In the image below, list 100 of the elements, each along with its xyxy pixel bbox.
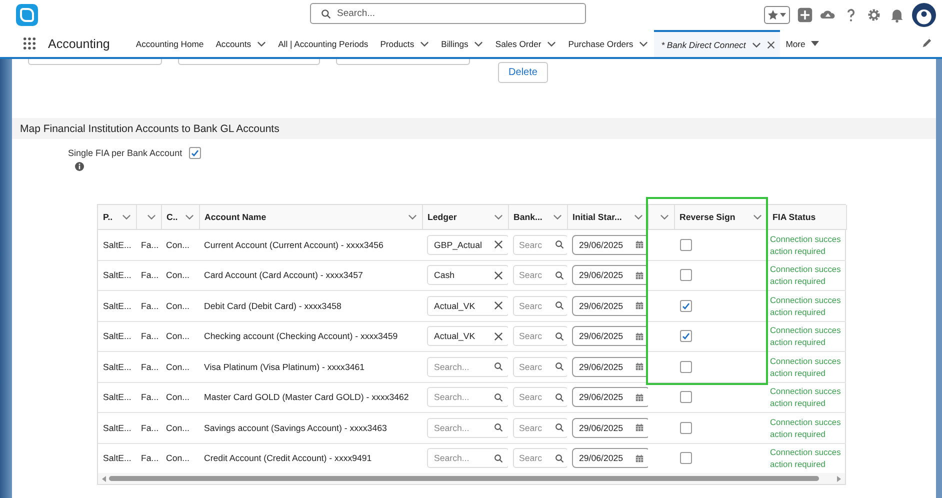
bell-icon[interactable] xyxy=(889,7,905,23)
checkbox[interactable] xyxy=(680,422,692,434)
chevron-down-icon[interactable] xyxy=(660,214,668,220)
date-field[interactable]: 29/06/2025 xyxy=(572,418,648,438)
scroll-right-icon[interactable] xyxy=(837,476,841,482)
column-header[interactable]: Account Name xyxy=(199,205,422,230)
app-launcher-icon[interactable] xyxy=(23,37,36,50)
chevron-down-icon[interactable] xyxy=(494,214,502,220)
input-field[interactable] xyxy=(178,59,320,65)
horizontal-scrollbar[interactable] xyxy=(98,473,845,484)
search-icon[interactable] xyxy=(555,240,564,250)
clear-icon[interactable] xyxy=(494,301,503,310)
date-field[interactable]: 29/06/2025 xyxy=(572,448,648,468)
chevron-down-icon[interactable] xyxy=(474,40,484,46)
more-tab[interactable]: More xyxy=(780,30,828,57)
calendar-icon[interactable] xyxy=(635,362,644,372)
chevron-down-icon[interactable] xyxy=(408,214,416,220)
chevron-down-icon[interactable] xyxy=(634,214,642,220)
calendar-icon[interactable] xyxy=(635,423,644,432)
chevron-down-icon[interactable] xyxy=(752,42,761,48)
chevron-down-icon[interactable] xyxy=(639,40,648,46)
chevron-down-icon[interactable] xyxy=(552,214,562,220)
calendar-icon[interactable] xyxy=(635,270,644,280)
info-icon[interactable] xyxy=(75,162,84,171)
date-field[interactable]: 29/06/2025 xyxy=(572,387,648,408)
close-icon[interactable] xyxy=(766,40,775,48)
clear-icon[interactable] xyxy=(494,270,503,280)
input-field[interactable] xyxy=(336,59,470,65)
date-field[interactable]: 29/06/2025 xyxy=(572,356,648,377)
checkbox[interactable] xyxy=(680,269,692,282)
avatar-icon[interactable] xyxy=(912,3,936,27)
search-icon[interactable] xyxy=(555,392,564,402)
nav-tab[interactable]: Billings xyxy=(435,30,490,57)
calendar-icon[interactable] xyxy=(635,332,644,341)
calendar-icon[interactable] xyxy=(635,454,644,463)
nav-tab[interactable]: Sales Order xyxy=(489,30,562,57)
chevron-down-icon[interactable] xyxy=(122,214,130,220)
ledger-field[interactable]: Actual_VK xyxy=(427,326,508,346)
column-header[interactable]: Ledger xyxy=(422,205,508,230)
chevron-down-icon[interactable] xyxy=(752,214,762,220)
delete-button[interactable]: Delete xyxy=(498,62,548,83)
bank-field[interactable]: Searc xyxy=(513,418,567,438)
checkbox[interactable] xyxy=(680,300,692,312)
bank-field[interactable]: Searc xyxy=(513,326,567,346)
ledger-field[interactable]: Actual_VK xyxy=(427,296,508,316)
checkbox[interactable] xyxy=(680,238,692,251)
chevron-down-icon[interactable] xyxy=(547,40,556,46)
checkbox[interactable] xyxy=(680,330,692,342)
chevron-down-icon[interactable] xyxy=(184,214,194,220)
bank-field[interactable]: Searc xyxy=(513,448,567,468)
column-header[interactable]: Bank... xyxy=(508,205,567,230)
column-header[interactable]: Initial Star... xyxy=(567,205,648,230)
nav-tab[interactable]: All | Accounting Periods xyxy=(272,30,374,57)
column-header[interactable]: P.. xyxy=(98,205,136,230)
search-icon[interactable] xyxy=(555,270,564,280)
date-field[interactable]: 29/06/2025 xyxy=(572,265,648,286)
nav-tab[interactable]: Products xyxy=(374,30,436,57)
chevron-down-icon[interactable] xyxy=(146,214,156,220)
date-field[interactable]: 29/06/2025 xyxy=(572,326,648,346)
checkbox[interactable] xyxy=(680,452,692,464)
bank-field[interactable]: Searc xyxy=(513,234,567,255)
ledger-field[interactable]: Search... xyxy=(427,448,508,468)
calendar-icon[interactable] xyxy=(635,392,644,402)
chevron-down-icon[interactable] xyxy=(257,40,266,46)
checkbox[interactable] xyxy=(680,391,692,404)
search-icon[interactable] xyxy=(555,454,564,463)
column-header[interactable]: FIA Status xyxy=(767,205,846,230)
column-header[interactable]: Reverse Sign xyxy=(674,205,767,230)
search-field[interactable]: Search... xyxy=(310,3,586,24)
scroll-left-icon[interactable] xyxy=(102,476,106,482)
input-field[interactable] xyxy=(28,59,162,65)
search-icon[interactable] xyxy=(555,332,564,341)
ledger-field[interactable]: Search... xyxy=(427,387,508,408)
clear-icon[interactable] xyxy=(494,240,503,250)
nav-tab[interactable]: * Bank Direct Connect xyxy=(654,30,780,57)
scrollbar-thumb[interactable] xyxy=(109,476,819,481)
search-icon[interactable] xyxy=(555,362,564,372)
nav-tab[interactable]: Accounting Home xyxy=(130,30,210,57)
search-icon[interactable] xyxy=(555,423,564,432)
bank-field[interactable]: Searc xyxy=(513,356,567,377)
search-icon[interactable] xyxy=(555,301,564,310)
calendar-icon[interactable] xyxy=(635,301,644,310)
checkbox[interactable] xyxy=(189,146,201,158)
ledger-field[interactable]: Search... xyxy=(427,356,508,377)
search-icon[interactable] xyxy=(494,362,503,372)
bank-field[interactable]: Searc xyxy=(513,265,567,286)
date-field[interactable]: 29/06/2025 xyxy=(572,234,648,255)
plus-icon[interactable] xyxy=(797,7,813,23)
date-field[interactable]: 29/06/2025 xyxy=(572,296,648,316)
settings-icon[interactable] xyxy=(866,7,882,23)
app-logo-icon[interactable] xyxy=(16,4,38,26)
bank-field[interactable]: Searc xyxy=(513,387,567,408)
nav-tab[interactable]: Purchase Orders xyxy=(562,30,654,57)
ledger-field[interactable]: Search... xyxy=(427,418,508,438)
search-icon[interactable] xyxy=(494,454,503,463)
nav-tab[interactable]: Accounts xyxy=(210,30,272,57)
search-icon[interactable] xyxy=(494,423,503,432)
favorites-button[interactable] xyxy=(764,6,790,24)
ledger-field[interactable]: Cash xyxy=(427,265,508,286)
ledger-field[interactable]: GBP_Actual xyxy=(427,234,508,255)
